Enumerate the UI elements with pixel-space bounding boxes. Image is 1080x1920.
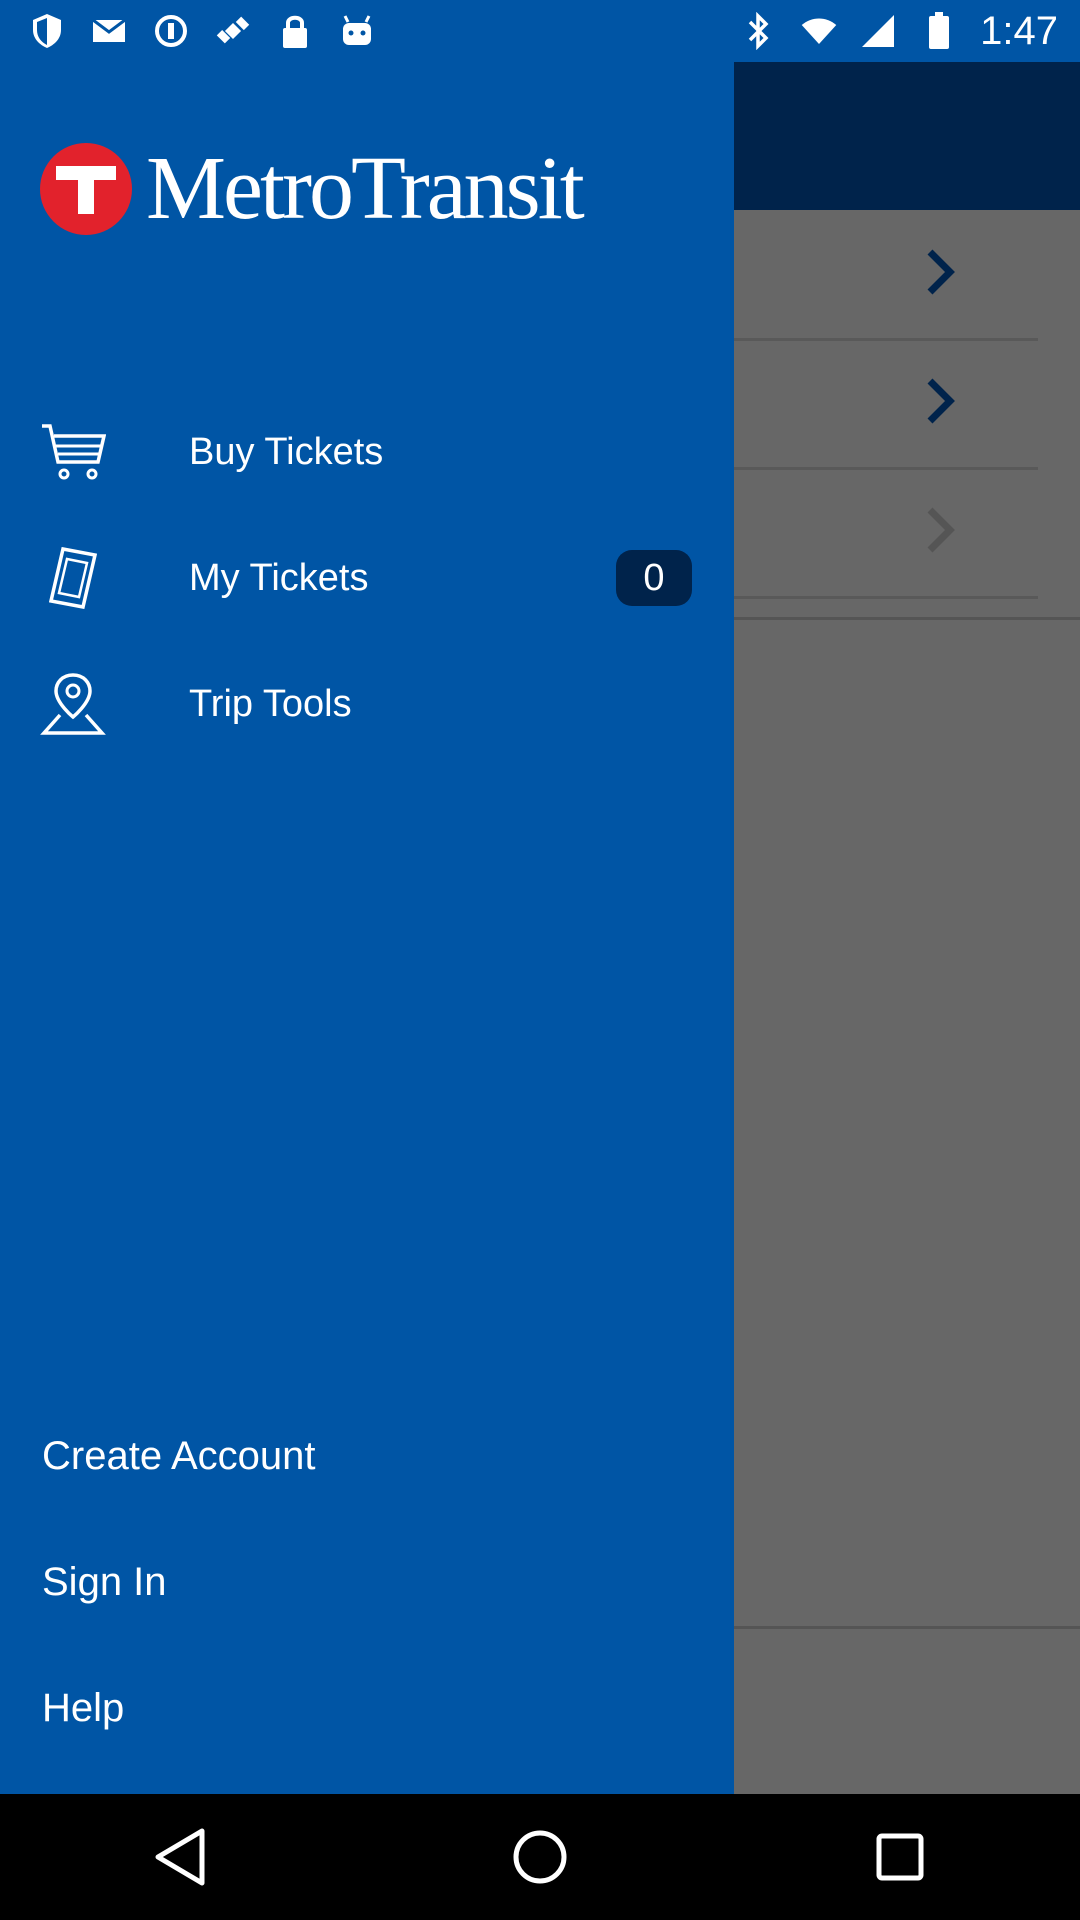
menu-label: My Tickets [189, 556, 369, 599]
battery-icon [920, 12, 958, 50]
metro-transit-logo: MetroTransit [40, 137, 585, 240]
sign-in-link[interactable]: Sign In [42, 1560, 167, 1605]
status-left-icons [0, 12, 376, 50]
chevron-right-icon [924, 248, 958, 301]
logo-t-icon [40, 142, 132, 235]
chevron-right-icon [924, 377, 958, 430]
info-icon [152, 12, 190, 50]
map-pin-icon [40, 671, 106, 737]
chevron-right-icon [924, 506, 958, 559]
clock: 1:47 [980, 8, 1058, 53]
help-link[interactable]: Help [42, 1686, 124, 1731]
satellite-icon [214, 12, 252, 50]
navigation-drawer: MetroTransit Buy Tickets My Tickets 0 Tr… [0, 62, 734, 1794]
wifi-icon [800, 12, 838, 50]
menu-label: Trip Tools [189, 682, 352, 725]
background-row [734, 468, 1038, 599]
mail-icon [90, 12, 128, 50]
ticket-count-badge: 0 [616, 550, 692, 606]
background-row [734, 339, 1038, 470]
lock-icon [276, 12, 314, 50]
bluetooth-icon [740, 12, 778, 50]
background-divider [734, 617, 1080, 620]
background-row [734, 210, 1038, 341]
recents-icon[interactable] [840, 1797, 960, 1917]
home-icon[interactable] [480, 1797, 600, 1917]
shield-icon [28, 12, 66, 50]
menu-item-trip-tools[interactable]: Trip Tools [0, 649, 734, 759]
system-nav-bar [0, 1794, 1080, 1920]
app-header [734, 62, 1080, 210]
ticket-icon [40, 545, 106, 611]
create-account-link[interactable]: Create Account [42, 1434, 316, 1479]
menu-item-my-tickets[interactable]: My Tickets 0 [0, 523, 734, 633]
menu-label: Buy Tickets [189, 430, 384, 473]
android-icon [338, 12, 376, 50]
status-right-icons: 1:47 [740, 9, 1080, 54]
back-icon[interactable] [120, 1797, 240, 1917]
cart-icon [40, 419, 106, 485]
signal-icon [860, 12, 898, 50]
logo-text: MetroTransit [146, 139, 585, 238]
menu-item-buy-tickets[interactable]: Buy Tickets [0, 397, 734, 507]
background-divider [734, 1626, 1080, 1629]
status-bar: 1:47 [0, 0, 1080, 62]
